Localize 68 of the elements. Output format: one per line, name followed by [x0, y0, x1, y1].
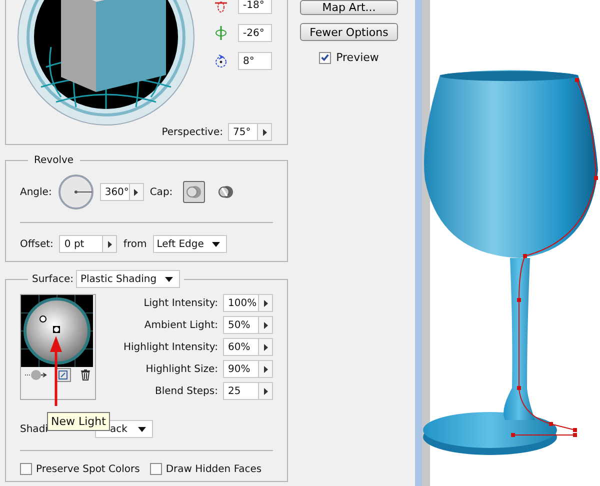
- angle-label: Angle:: [20, 186, 52, 198]
- arrow-annotation: [50, 336, 62, 408]
- triangle-icon: [264, 344, 268, 350]
- triangle-icon: [262, 128, 266, 136]
- surface-dropdown[interactable]: Plastic Shading: [76, 270, 180, 288]
- horizontal-rotation-icon: [214, 0, 228, 13]
- dialog-button[interactable]: Map Art...: [300, 0, 398, 15]
- surface-label: Surface:: [32, 274, 74, 284]
- light-to-back-icon[interactable]: [25, 369, 48, 381]
- vertical-rotation-icon: [214, 25, 228, 41]
- option-label: Preserve Spot Colors: [36, 464, 140, 474]
- stepper-button[interactable]: [259, 360, 273, 378]
- stepper-button[interactable]: [258, 123, 272, 141]
- caret-icon: [164, 276, 173, 282]
- setting-field[interactable]: 50%: [223, 316, 259, 334]
- preview-checkbox[interactable]: [319, 52, 332, 64]
- caret-icon: [212, 242, 220, 246]
- light-sphere-preview[interactable]: [21, 295, 93, 367]
- stepper-button[interactable]: [259, 338, 273, 356]
- dialog-button[interactable]: Fewer Options: [300, 23, 398, 41]
- offset-label: Offset:: [20, 238, 54, 250]
- new-light-icon: [58, 370, 68, 380]
- shading-label: Shadi: [20, 424, 48, 434]
- stepper-button[interactable]: [259, 294, 273, 312]
- option-checkbox[interactable]: [150, 463, 162, 475]
- perspective-label: Perspective:: [162, 126, 223, 138]
- perspective-field[interactable]: 75°: [228, 123, 258, 141]
- setting-field[interactable]: 25: [223, 382, 259, 400]
- circular-rotation-icon: [214, 53, 228, 69]
- stepper-button[interactable]: [259, 382, 273, 400]
- triangle-icon: [134, 188, 138, 196]
- cap-off-icon: [218, 184, 234, 200]
- preview-label: Preview: [336, 51, 379, 64]
- stepper-button[interactable]: [130, 183, 144, 201]
- setting-label: Highlight Size:: [146, 364, 218, 374]
- setting-label: Blend Steps:: [154, 386, 218, 396]
- check-icon: [320, 52, 330, 63]
- stepper-button[interactable]: [103, 235, 118, 253]
- tooltip: New Light: [47, 412, 110, 431]
- rotation-field[interactable]: -26°: [238, 24, 272, 42]
- profile-path[interactable]: [511, 78, 598, 437]
- setting-field[interactable]: 90%: [223, 360, 259, 378]
- rotation-field[interactable]: -18°: [238, 0, 272, 14]
- triangle-icon: [264, 366, 268, 372]
- setting-field[interactable]: 60%: [223, 338, 259, 356]
- offset-field[interactable]: 0 pt: [59, 235, 104, 253]
- trash-icon[interactable]: [80, 369, 91, 381]
- option-checkbox[interactable]: [20, 463, 32, 475]
- edge-dropdown[interactable]: Left Edge: [152, 235, 227, 253]
- setting-field[interactable]: 100%: [223, 294, 259, 312]
- cap-on-button[interactable]: [182, 181, 205, 203]
- triangle-icon: [108, 240, 112, 248]
- setting-label: Light Intensity:: [144, 298, 218, 308]
- triangle-icon: [264, 322, 268, 328]
- trackball-drawing[interactable]: [16, 0, 196, 127]
- from-label: from: [123, 238, 147, 250]
- rotation-field[interactable]: 8°: [238, 52, 272, 70]
- triangle-icon: [264, 300, 268, 306]
- setting-label: Highlight Intensity:: [124, 342, 218, 352]
- caret-icon: [138, 426, 146, 432]
- triangle-icon: [264, 388, 268, 394]
- cap-label: Cap:: [150, 186, 173, 198]
- stepper-button[interactable]: [259, 316, 273, 334]
- setting-label: Ambient Light:: [144, 320, 218, 330]
- option-label: Draw Hidden Faces: [166, 464, 262, 474]
- angle-field[interactable]: 360°: [100, 183, 130, 201]
- section-title: Revolve: [33, 155, 75, 166]
- cap-on-icon: [186, 184, 202, 200]
